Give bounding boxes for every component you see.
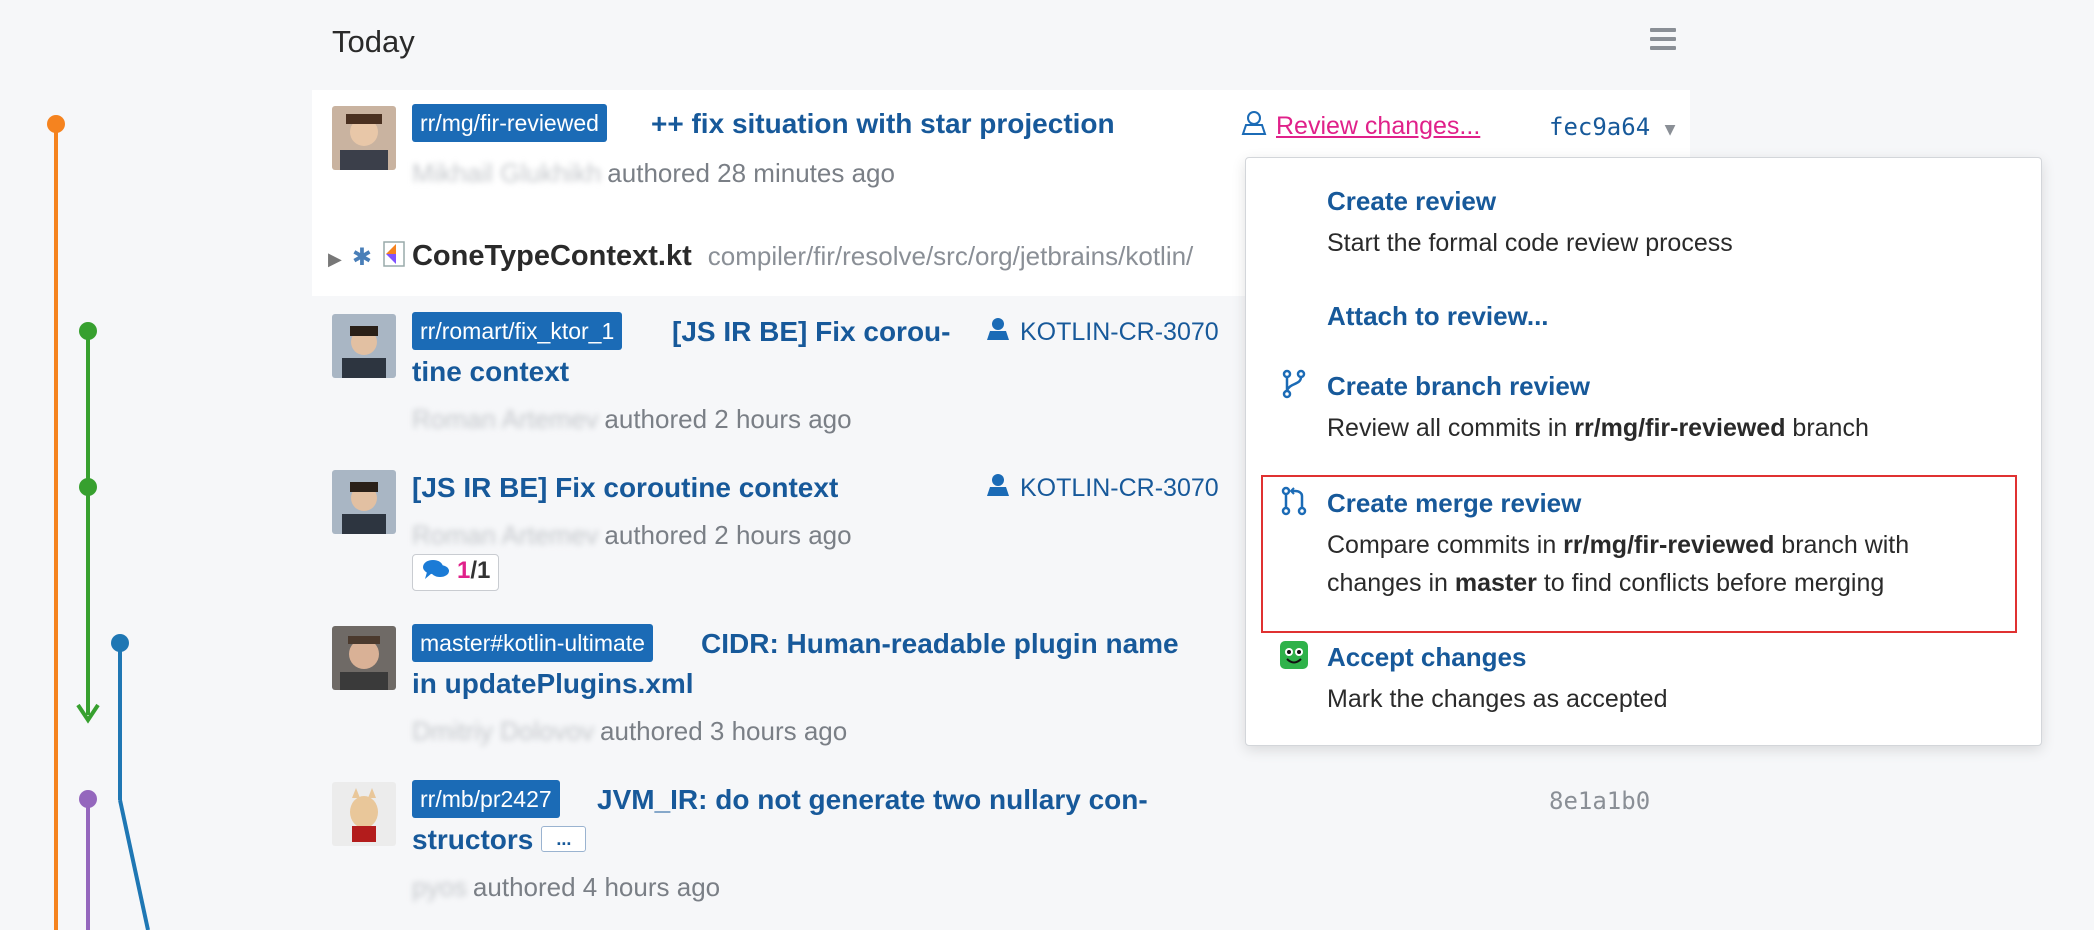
commit-message-continued[interactable]: structors... — [412, 820, 587, 860]
review-ticket-link[interactable]: KOTLIN-CR-3070 — [984, 472, 1219, 507]
modified-star-icon: ✱ — [351, 244, 372, 271]
commit-message[interactable]: ++ fix situation with star projection — [651, 104, 1115, 144]
menu-item-attach-to-review[interactable]: Attach to review... — [1246, 293, 2041, 349]
author-name: Mikhail Glukhikh — [412, 158, 602, 188]
avatar — [332, 626, 396, 690]
menu-item-create-branch-review[interactable]: Create branch review Review all commits … — [1246, 363, 2041, 463]
commit-message-text: structors — [412, 824, 534, 855]
author-name: Dmitriy Dolovov — [412, 716, 595, 746]
menu-item-create-review[interactable]: Create review Start the formal code revi… — [1246, 178, 2041, 278]
review-changes-label: Review changes... — [1276, 112, 1481, 140]
commit-hash[interactable]: fec9a64 ▼ — [1549, 113, 1675, 141]
graph-node — [47, 115, 65, 133]
avatar — [332, 314, 396, 378]
commit-time: authored 3 hours ago — [600, 716, 848, 746]
commit-hash[interactable]: 8e1a1b0 — [1549, 787, 1650, 815]
expand-message-button[interactable]: ... — [541, 826, 587, 852]
commit-meta: pyos authored 4 hours ago — [412, 872, 720, 903]
branch-badge[interactable]: rr/mg/fir-reviewed — [412, 104, 607, 142]
commit-time: authored 2 hours ago — [604, 404, 852, 434]
ticket-label: KOTLIN-CR-3070 — [1020, 318, 1219, 346]
graph-node — [79, 790, 97, 808]
branch-icon — [1279, 369, 1309, 399]
branch-badge[interactable]: rr/romart/fix_ktor_1 — [412, 312, 623, 350]
avatar — [332, 782, 396, 846]
kotlin-file-icon — [382, 240, 406, 276]
author-name: pyos — [412, 872, 467, 902]
ticket-label: KOTLIN-CR-3070 — [1020, 474, 1219, 502]
commit-message-continued[interactable]: in updatePlugins.xml — [412, 664, 694, 704]
commit-meta: Dmitriy Dolovov authored 3 hours ago — [412, 716, 847, 747]
user-icon — [1240, 110, 1268, 145]
menu-item-description: Review all commits in rr/mg/fir-reviewed… — [1327, 409, 1869, 447]
commit-time: authored 4 hours ago — [472, 872, 721, 902]
commit-meta: Roman Artemev authored 2 hours ago — [412, 404, 852, 435]
menu-item-title: Create review — [1327, 186, 1497, 216]
branch-badge[interactable]: master#kotlin-ultimate — [412, 624, 653, 662]
commit-message[interactable]: JVM_IR: do not generate two nullary con- — [597, 780, 1148, 820]
file-path: compiler/fir/resolve/src/org/jetbrains/k… — [707, 241, 1194, 271]
menu-item-title: Attach to review... — [1327, 301, 1549, 331]
commit-message[interactable]: [JS IR BE] Fix coroutine context — [412, 468, 838, 508]
branch-name: rr/mg/fir-reviewed — [1574, 414, 1786, 442]
menu-icon[interactable] — [1650, 28, 1676, 52]
comments-counter[interactable]: 1/1 — [412, 554, 500, 591]
day-heading: Today — [332, 24, 415, 59]
graph-line-blue — [118, 799, 150, 930]
commit-meta: Mikhail Glukhikh authored 28 minutes ago — [412, 158, 895, 189]
commit-history-page: Today rr/mg/fir-reviewed ++ fix situatio… — [0, 0, 2094, 930]
menu-item-description: Mark the changes as accepted — [1327, 685, 1668, 713]
desc-text: branch — [1785, 414, 1869, 442]
comments-total: /1 — [470, 557, 491, 584]
commit-row[interactable]: rr/mb/pr2427 JVM_IR: do not generate two… — [312, 778, 1690, 918]
commit-time: authored 28 minutes ago — [607, 158, 895, 188]
graph-node — [79, 478, 97, 496]
graph-node — [111, 634, 129, 652]
avatar — [332, 470, 396, 534]
commit-message[interactable]: CIDR: Human-readable plugin name — [701, 624, 1179, 664]
reviewer-icon — [984, 316, 1012, 351]
accept-face-icon — [1279, 640, 1309, 670]
desc-text: Review all commits in — [1327, 414, 1575, 442]
graph-node — [79, 322, 97, 340]
comments-new: 1 — [457, 557, 471, 584]
commit-time: authored 2 hours ago — [604, 520, 852, 550]
highlight-annotation — [1261, 475, 2017, 633]
commit-message[interactable]: [JS IR BE] Fix corou- — [672, 312, 950, 352]
author-name: Roman Artemev — [412, 520, 599, 550]
chevron-down-icon[interactable]: ▼ — [1665, 119, 1676, 140]
expand-triangle-icon[interactable]: ▶ — [328, 249, 342, 269]
review-dropdown-menu: Create review Start the formal code revi… — [1245, 157, 2042, 746]
menu-item-title: Accept changes — [1327, 642, 1527, 672]
commit-meta: Roman Artemev authored 2 hours ago — [412, 520, 852, 551]
comment-bubble-icon — [421, 557, 451, 588]
commit-graph — [47, 115, 150, 930]
reviewer-icon — [984, 472, 1012, 507]
hash-text: fec9a64 — [1549, 113, 1651, 141]
review-ticket-link[interactable]: KOTLIN-CR-3070 — [984, 316, 1219, 351]
menu-item-title: Create branch review — [1327, 371, 1591, 401]
file-name[interactable]: ConeTypeContext.kt — [412, 240, 692, 272]
author-name: Roman Artemev — [412, 404, 599, 434]
avatar — [332, 106, 396, 170]
menu-item-accept-changes[interactable]: Accept changes Mark the changes as accep… — [1246, 634, 2041, 734]
commit-message-continued[interactable]: tine context — [412, 352, 569, 392]
menu-item-description: Start the formal code review process — [1327, 229, 1733, 257]
review-changes-link[interactable]: Review changes... — [1240, 110, 1480, 145]
branch-badge[interactable]: rr/mb/pr2427 — [412, 780, 560, 818]
changed-file-row[interactable]: ▶ ✱ ConeTypeContext.kt compiler/fir/resolve… — [328, 240, 1193, 276]
